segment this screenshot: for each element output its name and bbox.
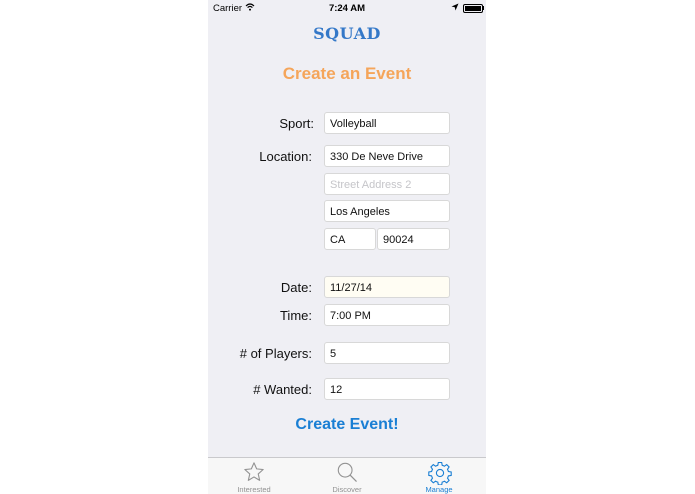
address-line1-field[interactable]: 330 De Neve Drive	[324, 145, 450, 167]
tab-discover-label: Discover	[332, 485, 362, 494]
state-field[interactable]: CA	[324, 228, 376, 250]
battery-tip	[482, 6, 484, 10]
wanted-field[interactable]: 12	[324, 378, 450, 400]
time-label: Time:	[279, 308, 312, 323]
address-line2-field[interactable]: Street Address 2	[324, 173, 450, 195]
tab-manage-label: Manage	[425, 485, 453, 494]
app-title: SQUAD	[313, 24, 381, 43]
tab-manage[interactable]: Manage	[393, 458, 485, 494]
star-icon	[244, 462, 264, 481]
date-field[interactable]: 11/27/14	[324, 276, 450, 298]
sport-field[interactable]: Volleyball	[324, 112, 450, 134]
location-label: Location:	[259, 149, 312, 164]
status-time: 7:24 AM	[328, 3, 366, 14]
wanted-label: # Wanted:	[253, 382, 312, 397]
gear-icon	[428, 461, 452, 485]
tab-interested-label: Interested	[237, 485, 271, 494]
tab-interested[interactable]: Interested	[208, 458, 300, 494]
tab-bar: Interested Discover Manage	[208, 457, 486, 494]
date-label: Date:	[280, 280, 312, 295]
location-arrow-icon	[451, 3, 459, 14]
battery-icon	[463, 4, 483, 13]
search-icon	[337, 462, 357, 482]
tab-discover[interactable]: Discover	[301, 458, 393, 494]
create-event-button[interactable]: Create Event!	[208, 416, 486, 434]
city-field[interactable]: Los Angeles	[324, 200, 450, 222]
status-bar: Carrier 7:24 AM	[208, 0, 486, 16]
page-heading: Create an Event	[282, 64, 412, 83]
time-field[interactable]: 7:00 PM	[324, 304, 450, 326]
sport-label: Sport:	[279, 116, 314, 131]
phone-screen: Carrier 7:24 AM SQUAD Create an Event Sp…	[208, 0, 486, 494]
players-label: # of Players:	[239, 346, 312, 361]
zip-field[interactable]: 90024	[377, 228, 450, 250]
players-field[interactable]: 5	[324, 342, 450, 364]
